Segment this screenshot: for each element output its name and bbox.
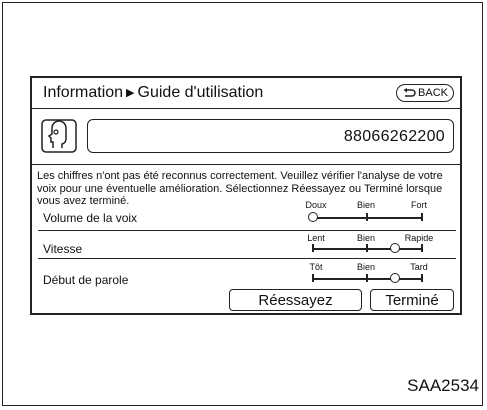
scale-label-mid: Bien	[356, 200, 376, 210]
speech-start-label: Début de parole	[43, 273, 129, 287]
scale-label-mid: Bien	[356, 262, 376, 272]
page-title: Information ▶ Guide d'utilisation	[43, 84, 263, 102]
display-screen: Information ▶ Guide d'utilisation BACK 880…	[30, 76, 462, 315]
retry-button[interactable]: Réessayez	[229, 289, 362, 311]
row-divider	[38, 258, 456, 259]
done-button[interactable]: Terminé	[370, 289, 454, 311]
title-divider	[32, 108, 460, 109]
level-indicator	[389, 243, 400, 253]
scale-label-high: Rapide	[404, 233, 434, 243]
scale-label-low: Tôt	[309, 262, 323, 272]
voice-volume-label: Volume de la voix	[43, 211, 138, 225]
level-indicator	[389, 273, 400, 283]
scale-tick	[421, 274, 423, 282]
recognized-number-field: 88066262200	[87, 119, 454, 153]
recognition-message: Les chiffres n'ont pas été reconnus corr…	[37, 170, 443, 207]
title-page: Guide d'utilisation	[137, 84, 264, 101]
scale-label-high: Fort	[410, 200, 428, 210]
back-arrow-icon	[403, 87, 416, 97]
scale-tick	[421, 244, 423, 252]
speed-label: Vitesse	[43, 242, 83, 256]
figure-code: SAA2534	[407, 376, 479, 395]
level-indicator	[308, 212, 318, 222]
title-prefix: Information	[43, 84, 124, 101]
scale-tick	[421, 213, 423, 221]
back-button[interactable]: BACK	[396, 84, 454, 102]
scale-label-mid: Bien	[356, 233, 376, 243]
back-label: BACK	[418, 87, 448, 99]
scale-tick	[366, 274, 368, 282]
scale-label-low: Doux	[305, 200, 327, 210]
row-divider	[38, 230, 456, 231]
scale-tick	[312, 244, 314, 252]
scale-tick	[366, 213, 368, 221]
scale-tick	[366, 244, 368, 252]
speaking-head-icon	[41, 119, 77, 153]
scale-label-high: Tard	[410, 262, 428, 272]
scale-tick	[312, 274, 314, 282]
recognized-number: 88066262200	[343, 128, 445, 145]
scale-label-low: Lent	[307, 233, 325, 243]
breadcrumb-arrow-icon: ▶	[126, 87, 135, 99]
